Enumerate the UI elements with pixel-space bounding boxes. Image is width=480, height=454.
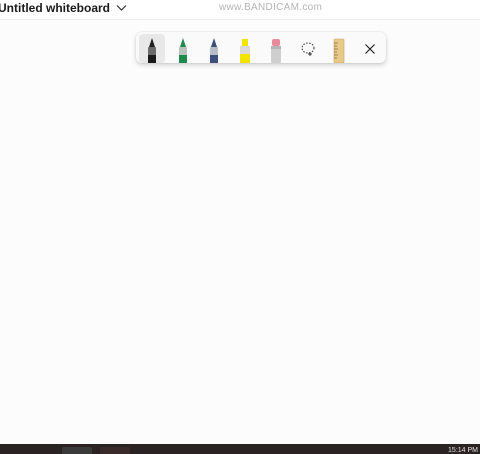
highlighter-icon [240,39,250,63]
close-icon [365,43,375,54]
eraser-icon [271,39,281,63]
taskbar-app-item[interactable] [62,447,92,454]
taskbar: 15:14 PM [0,444,480,454]
blue-pen-icon [210,38,218,63]
eraser-tool[interactable] [263,34,289,63]
close-toolbar-button[interactable] [357,34,383,63]
lasso-icon [301,42,315,56]
green-pen-icon [179,38,187,63]
whiteboard-title-dropdown[interactable]: Untitled whiteboard [0,1,127,15]
whiteboard-app: Untitled whiteboard www.BANDICAM.com 15:… [0,0,480,454]
black-pen-tool[interactable] [139,34,165,63]
chevron-down-icon [116,5,127,11]
highlighter-tool[interactable] [232,34,258,63]
ruler-icon [333,38,345,63]
lasso-select-tool[interactable] [295,34,321,63]
ruler-tool[interactable] [326,34,352,63]
title-bar: Untitled whiteboard www.BANDICAM.com [0,0,480,20]
taskbar-clock: 15:14 PM [448,447,478,454]
blue-pen-tool[interactable] [201,34,227,63]
whiteboard-title: Untitled whiteboard [0,1,110,15]
whiteboard-canvas[interactable] [0,20,480,444]
recording-watermark: www.BANDICAM.com [219,2,323,13]
black-pen-icon [148,38,156,63]
green-pen-tool[interactable] [170,34,196,63]
taskbar-app-item[interactable] [100,447,130,454]
inking-toolbar [136,32,386,63]
